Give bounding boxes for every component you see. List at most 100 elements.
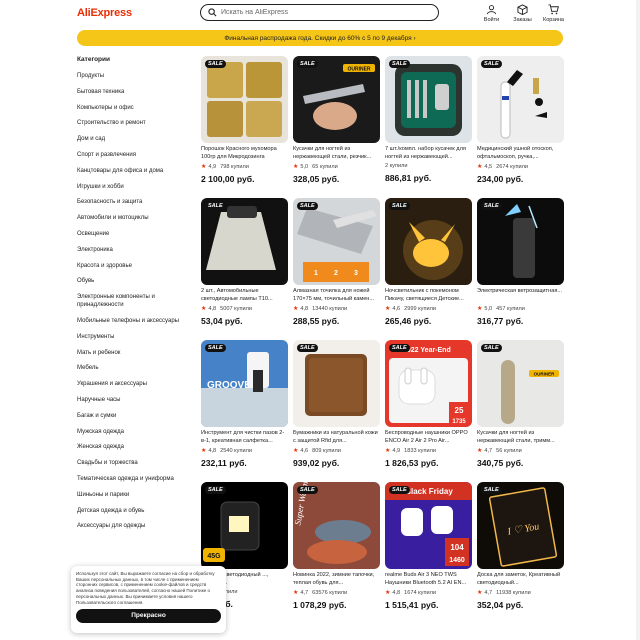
sidebar-item[interactable]: Спорт и развлечения <box>77 151 195 159</box>
orders-button[interactable]: Заказы <box>507 4 538 23</box>
sidebar-item[interactable]: Обувь <box>77 277 195 285</box>
sidebar-item[interactable]: Красота и здоровье <box>77 262 195 270</box>
product-image[interactable]: OURINER SALE <box>293 56 380 143</box>
sale-badge: SALE <box>389 60 410 68</box>
sidebar-item[interactable]: Украшения и аксессуары <box>77 380 195 388</box>
sidebar-item[interactable]: Шиньоны и парики <box>77 491 195 499</box>
product-image[interactable]: SALE <box>385 56 472 143</box>
sidebar-item[interactable]: Тематическая одежда и униформа <box>77 475 195 483</box>
product-card[interactable]: Black Friday 104 1460 SALE realme Buds A… <box>385 482 472 610</box>
product-card[interactable]: OURINER SALE Кусачки для ногтей из нержа… <box>293 56 380 184</box>
product-card[interactable]: OURINER SALE Кусачки для ногтей из нержа… <box>477 340 564 468</box>
product-title[interactable]: Электрическая ветрозащитная... <box>477 288 564 303</box>
product-image[interactable]: SALE <box>293 340 380 427</box>
sidebar-item[interactable]: Продукты <box>77 72 195 80</box>
product-card[interactable]: Super Warm SALE Новинка 2022, зимние тап… <box>293 482 380 610</box>
sidebar-item[interactable]: Электронные компоненты и принадлежности <box>77 293 195 309</box>
sidebar-item[interactable]: Багаж и сумки <box>77 412 195 420</box>
product-image[interactable]: Black Friday 104 1460 SALE <box>385 482 472 569</box>
product-image[interactable]: SALE <box>201 56 288 143</box>
sidebar-item[interactable]: Женская одежда <box>77 443 195 451</box>
product-title[interactable]: Алмазная точилка для ножей 170×75 мм, то… <box>293 288 380 303</box>
product-meta: ★ 4,9 798 купили <box>201 163 288 171</box>
product-meta: 2 купили <box>385 163 472 169</box>
search-bar[interactable] <box>200 4 439 21</box>
product-title[interactable]: 7 шт./компл. набор кусачек для ногтей из… <box>385 146 472 161</box>
product-meta: ★ 4,8 5007 купили <box>201 305 288 313</box>
sale-badge: SALE <box>297 344 318 352</box>
product-title[interactable]: Беспроводные наушники OPPO ENCO Air 2 Ai… <box>385 430 472 445</box>
product-image[interactable]: OURINER SALE <box>477 340 564 427</box>
product-card[interactable]: 1 2 3 SALE Алмазная точилка для ножей 17… <box>293 198 380 326</box>
product-title[interactable]: Бумажники из натуральной кожи с защитой … <box>293 430 380 445</box>
sidebar-item[interactable]: Бытовая техника <box>77 88 195 96</box>
accept-cookies-button[interactable]: Прекрасно <box>76 609 221 624</box>
svg-text:Black Friday: Black Friday <box>405 487 453 496</box>
product-image[interactable]: 45G SALE <box>201 482 288 569</box>
product-title[interactable]: Кусачки для ногтей из нержавеющей стали,… <box>293 146 380 161</box>
product-card[interactable]: I ♡ You SALE Доска для заметок, Креативн… <box>477 482 564 610</box>
product-title[interactable]: realme Buds Air 3 NEO TWS Наушники Bluet… <box>385 572 472 587</box>
login-button[interactable]: Войти <box>476 4 507 23</box>
sidebar-item[interactable]: Дом и сад <box>77 135 195 143</box>
product-image[interactable]: GROOVE SALE <box>201 340 288 427</box>
aliexpress-logo[interactable]: AliExpress <box>77 7 132 19</box>
product-sold: 2 купили <box>385 163 408 169</box>
star-icon: ★ <box>293 306 299 312</box>
product-image[interactable]: Super Warm SALE <box>293 482 380 569</box>
product-card[interactable]: SALE Бумажники из натуральной кожи с защ… <box>293 340 380 468</box>
sidebar-item[interactable]: Мать и ребенок <box>77 349 195 357</box>
product-thumbnail: Super Warm <box>293 482 380 569</box>
sidebar-item[interactable]: Мобильные телефоны и аксессуары <box>77 317 195 325</box>
promo-banner[interactable]: Финальная распродажа года. Скидки до 60%… <box>77 30 563 46</box>
sidebar-item[interactable]: Автомобили и мотоциклы <box>77 214 195 222</box>
product-meta: ★ 4,8 1674 купили <box>385 589 472 597</box>
product-card[interactable]: SALE Медицинский ушной отоскоп, офтальмо… <box>477 56 564 184</box>
scrollbar[interactable] <box>636 0 640 640</box>
product-price: 328,05 руб. <box>293 174 340 184</box>
sidebar-item[interactable]: Инструменты <box>77 333 195 341</box>
product-image[interactable]: SALE <box>477 56 564 143</box>
sidebar-item[interactable]: Безопасность и защита <box>77 198 195 206</box>
search-icon <box>208 8 217 17</box>
cart-button[interactable]: Корзина <box>538 4 569 23</box>
product-card[interactable]: 2022 Year-End 25 1735 SALE Беспроводные … <box>385 340 472 468</box>
product-title[interactable]: Кусачки для ногтей из нержавеющей стали,… <box>477 430 564 445</box>
product-card[interactable]: GROOVE SALE Инструмент для чистки пазов … <box>201 340 288 468</box>
product-image[interactable]: SALE <box>201 198 288 285</box>
sidebar-item[interactable]: Наручные часы <box>77 396 195 404</box>
category-sidebar: Категории Продукты Бытовая техника Компьют… <box>77 56 195 538</box>
sidebar-item[interactable]: Канцтовары для офиса и дома <box>77 167 195 175</box>
product-image[interactable]: 1 2 3 SALE <box>293 198 380 285</box>
product-card[interactable]: SALE 7 шт./компл. набор кусачек для ногт… <box>385 56 472 183</box>
product-title[interactable]: 2 шт., Автомобильные светодиодные лампы … <box>201 288 288 303</box>
sidebar-item[interactable]: Мебель <box>77 364 195 372</box>
sidebar-item[interactable]: Детская одежда и обувь <box>77 507 195 515</box>
product-image[interactable]: SALE <box>385 198 472 285</box>
product-title[interactable]: Инструмент для чистки пазов 2-в-1, креат… <box>201 430 288 445</box>
product-title[interactable]: Новинка 2022, зимние тапочки, теплая обу… <box>293 572 380 587</box>
sidebar-item[interactable]: Свадьбы и торжества <box>77 459 195 467</box>
product-sold: 2999 купили <box>404 305 437 312</box>
product-image[interactable]: 2022 Year-End 25 1735 SALE <box>385 340 472 427</box>
product-title[interactable]: Ночсветильник с покемоном Пикачу, светящ… <box>385 288 472 303</box>
product-title[interactable]: Доска для заметок, Креативный светодиодн… <box>477 572 564 587</box>
product-image[interactable]: SALE <box>477 198 564 285</box>
sidebar-item[interactable]: Мужская одежда <box>77 428 195 436</box>
product-thumbnail: Black Friday 104 1460 <box>385 482 472 569</box>
product-card[interactable]: SALE 2 шт., Автомобильные светодиодные л… <box>201 198 288 326</box>
search-input[interactable] <box>221 9 421 16</box>
product-card[interactable]: SALE Порошок Красного мухомора 100гр для… <box>201 56 288 184</box>
sidebar-item[interactable]: Компьютеры и офис <box>77 104 195 112</box>
sidebar-item[interactable]: Освещение <box>77 230 195 238</box>
product-card[interactable]: SALE Электрическая ветрозащитная... ★ 5,0… <box>477 198 564 326</box>
product-title[interactable]: Медицинский ушной отоскоп, офтальмоскоп,… <box>477 146 564 161</box>
product-title[interactable]: Порошок Красного мухомора 100гр для Микр… <box>201 146 288 161</box>
sidebar-item[interactable]: Строительство и ремонт <box>77 119 195 127</box>
product-thumbnail: I ♡ You <box>477 482 564 569</box>
product-card[interactable]: SALE Ночсветильник с покемоном Пикачу, с… <box>385 198 472 326</box>
sidebar-item[interactable]: Электроника <box>77 246 195 254</box>
sidebar-item[interactable]: Аксессуары для одежды <box>77 522 195 530</box>
product-image[interactable]: I ♡ You SALE <box>477 482 564 569</box>
sidebar-item[interactable]: Игрушки и хобби <box>77 183 195 191</box>
